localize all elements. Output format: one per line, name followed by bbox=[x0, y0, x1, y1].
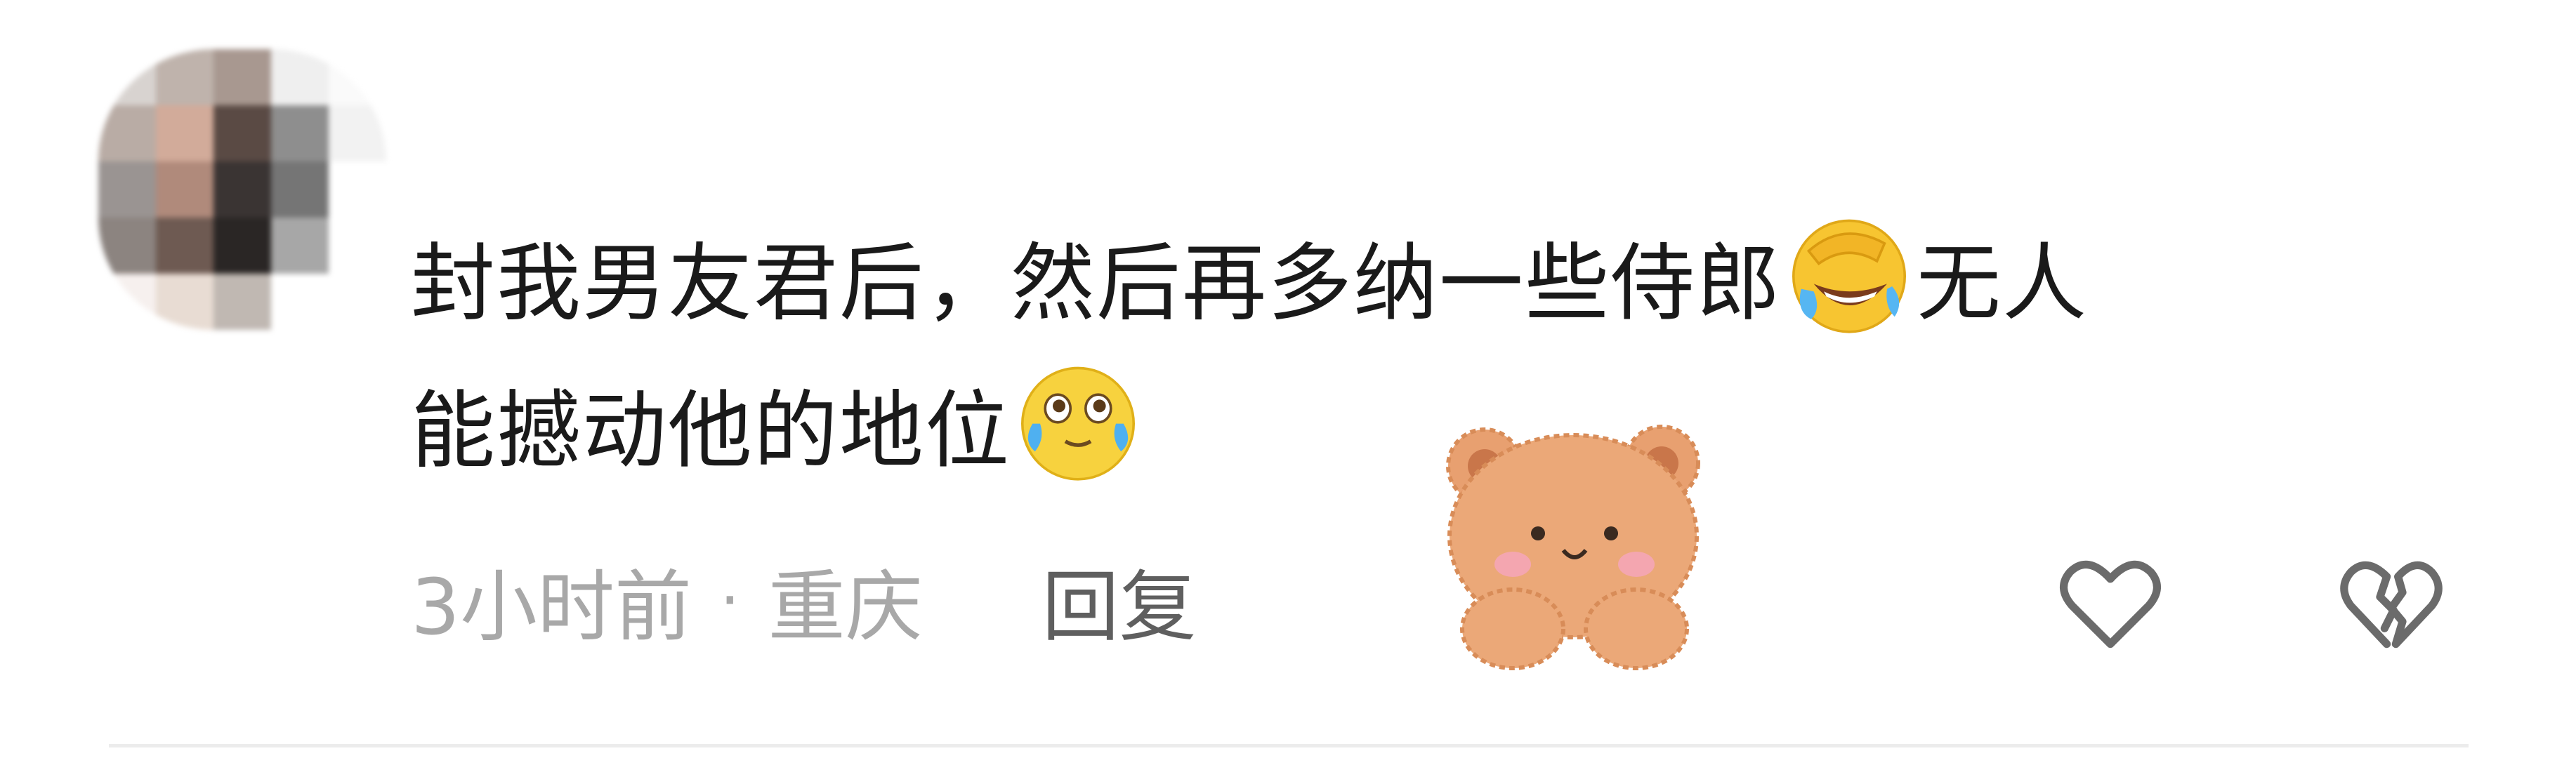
pleading-crying-emoji bbox=[1021, 366, 1135, 481]
meta-separator: · bbox=[720, 563, 740, 637]
reply-button[interactable]: 回复 bbox=[1042, 544, 1197, 656]
comment-meta: 3小时前 · 重庆 回复 bbox=[411, 544, 1197, 656]
avatar[interactable] bbox=[98, 49, 386, 330]
divider bbox=[109, 744, 2469, 747]
face-with-hand-laughing-emoji bbox=[1792, 219, 1906, 333]
comment-text-line1-end: 无人 bbox=[1917, 235, 2088, 333]
broken-heart-icon[interactable] bbox=[2332, 547, 2451, 660]
comment-text-line2: 能撼动他的地位 bbox=[411, 383, 1011, 480]
heart-outline-icon[interactable] bbox=[2051, 547, 2170, 660]
comment-time: 3小时前 bbox=[411, 562, 692, 652]
comment-item: 封我男友君后，然后再多纳一些侍郎 无人能撼动他的地位 3小时前 · 重庆 回复 bbox=[0, 0, 2576, 758]
comment-text-line1: 封我男友君后，然后再多纳一些侍郎 bbox=[411, 235, 1782, 333]
bear-sticker bbox=[1446, 425, 1700, 670]
comment-location: 重庆 bbox=[768, 562, 923, 652]
